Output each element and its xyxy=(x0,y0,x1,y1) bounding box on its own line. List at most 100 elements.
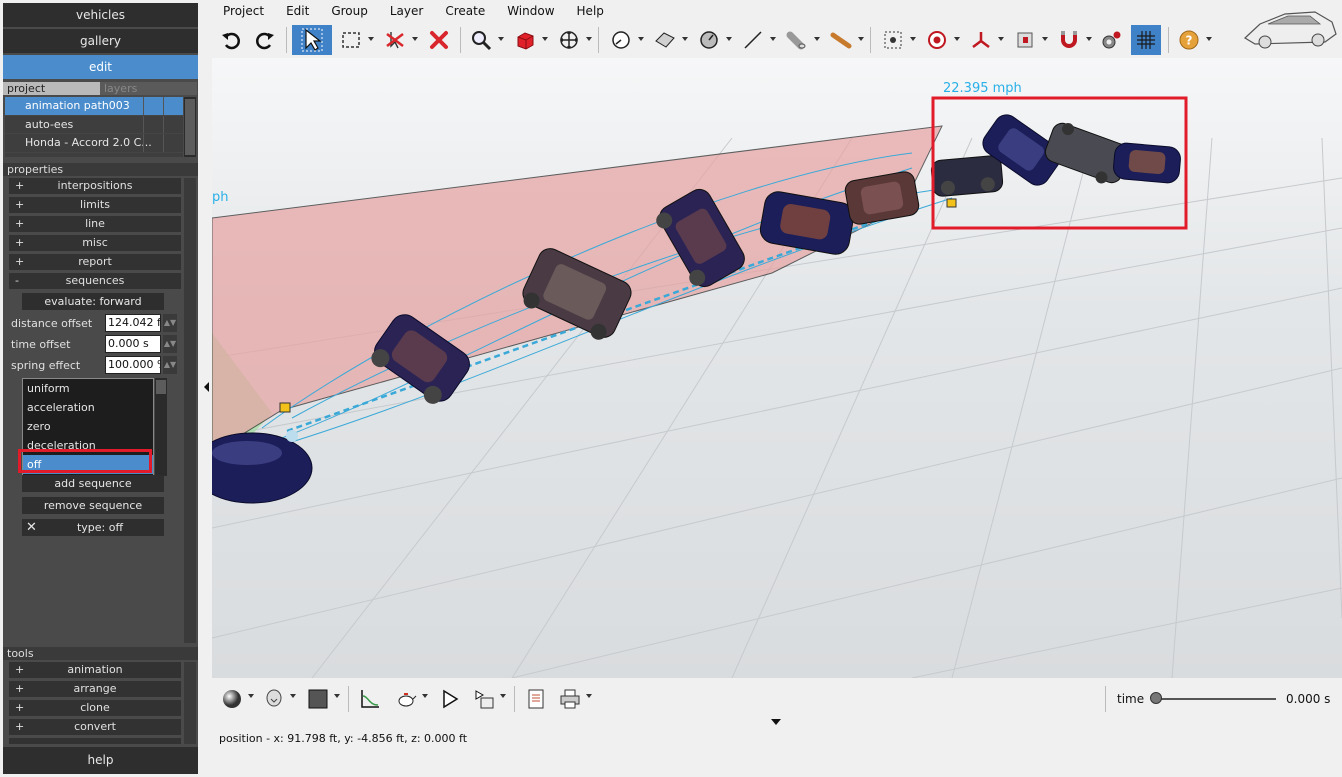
play-list-dropdown-icon[interactable] xyxy=(500,694,506,698)
measure-dial-icon[interactable] xyxy=(606,25,636,55)
time-offset-field[interactable]: 0.000 s xyxy=(105,335,161,353)
help-button[interactable]: help xyxy=(3,747,198,774)
car-frame-7[interactable] xyxy=(930,155,1004,197)
deselect-dropdown-icon[interactable] xyxy=(412,37,418,41)
line-dropdown-icon[interactable] xyxy=(770,37,776,41)
property-section-interpositions[interactable]: + interpositions xyxy=(9,178,181,194)
tool-section-animation[interactable]: + animation xyxy=(9,662,181,678)
project-item-animation-path[interactable]: animation path003 xyxy=(5,97,183,116)
menu-group[interactable]: Group xyxy=(320,0,379,22)
sequence-list-scrollbar[interactable] xyxy=(155,378,167,476)
property-section-line[interactable]: + line xyxy=(9,216,181,232)
move-dropdown-icon[interactable] xyxy=(586,37,592,41)
help-dropdown-icon[interactable] xyxy=(1206,37,1212,41)
head-view-dropdown-icon[interactable] xyxy=(290,694,296,698)
key-marker-start[interactable] xyxy=(279,402,291,413)
close-icon[interactable]: ✕ xyxy=(26,519,37,536)
report-icon[interactable] xyxy=(522,685,550,713)
time-slider-knob[interactable] xyxy=(1150,692,1162,704)
time-slider[interactable] xyxy=(1154,698,1276,700)
surface-icon[interactable] xyxy=(650,25,680,55)
color-dropdown-icon[interactable] xyxy=(334,694,340,698)
scrollbar-thumb[interactable] xyxy=(156,380,166,394)
redo-icon[interactable] xyxy=(250,25,280,55)
teapot-dropdown-icon[interactable] xyxy=(422,694,428,698)
property-section-sequences[interactable]: - sequences xyxy=(9,273,181,289)
zoom-icon[interactable] xyxy=(466,25,496,55)
properties-scrollbar[interactable] xyxy=(184,178,196,643)
move-icon[interactable] xyxy=(554,25,584,55)
distance-offset-spinner[interactable]: ▲▼ xyxy=(163,314,177,332)
select-arrow-icon[interactable] xyxy=(292,25,332,55)
delete-icon[interactable] xyxy=(424,25,454,55)
distance-offset-field[interactable]: 124.042 ft xyxy=(105,314,161,332)
gauge-dropdown-icon[interactable] xyxy=(726,37,732,41)
expand-panel-icon[interactable] xyxy=(771,719,781,725)
line-icon[interactable] xyxy=(738,25,768,55)
nav-edit-button[interactable]: edit xyxy=(3,55,198,79)
evaluate-button[interactable]: evaluate: forward xyxy=(22,293,164,310)
option-acceleration[interactable]: acceleration xyxy=(23,398,153,417)
spring-effect-spinner[interactable]: ▲▼ xyxy=(163,356,177,374)
menu-create[interactable]: Create xyxy=(434,0,496,22)
record-target-icon[interactable] xyxy=(922,25,952,55)
menu-project[interactable]: Project xyxy=(212,0,275,22)
project-item-honda[interactable]: Honda - Accord 2.0 C... xyxy=(5,134,183,153)
car-frame-10[interactable] xyxy=(1113,142,1182,184)
time-offset-spinner[interactable]: ▲▼ xyxy=(163,335,177,353)
tool-section-clone[interactable]: + clone xyxy=(9,700,181,716)
project-item-auto-ees[interactable]: auto-ees xyxy=(5,115,183,134)
spring-effect-field[interactable]: 100.000 % xyxy=(105,356,161,374)
cylinder-dropdown-icon[interactable] xyxy=(814,37,820,41)
3d-viewport[interactable]: 22.395 mph ph xyxy=(212,58,1342,678)
teapot-icon[interactable] xyxy=(392,685,420,713)
help-question-icon[interactable]: ? xyxy=(1174,25,1204,55)
play-list-icon[interactable] xyxy=(470,685,498,713)
gauge-icon[interactable] xyxy=(694,25,724,55)
option-uniform[interactable]: uniform xyxy=(23,379,153,398)
scene-canvas[interactable] xyxy=(212,58,1342,678)
print-dropdown-icon[interactable] xyxy=(586,694,592,698)
measure-dropdown-icon[interactable] xyxy=(638,37,644,41)
play-icon[interactable] xyxy=(436,685,464,713)
collapse-panel-icon[interactable] xyxy=(204,382,209,392)
head-view-icon[interactable] xyxy=(260,685,288,713)
key-marker-end[interactable] xyxy=(946,198,957,208)
axis-icon[interactable] xyxy=(966,25,996,55)
tab-project[interactable]: project xyxy=(3,82,100,95)
print-icon[interactable] xyxy=(556,685,584,713)
remove-sequence-button[interactable]: remove sequence xyxy=(22,497,164,514)
undo-icon[interactable] xyxy=(216,25,246,55)
object-dropdown-icon[interactable] xyxy=(542,37,548,41)
object-cube-icon[interactable] xyxy=(510,25,540,55)
bar-icon[interactable] xyxy=(826,25,856,55)
box-select-dropdown-icon[interactable] xyxy=(368,37,374,41)
project-scrollbar[interactable] xyxy=(184,97,196,157)
settings-gear-icon[interactable] xyxy=(1096,25,1126,55)
property-section-limits[interactable]: + limits xyxy=(9,197,181,213)
panel-dropdown-icon[interactable] xyxy=(1042,37,1048,41)
color-swatch-icon[interactable] xyxy=(304,685,332,713)
tab-layers[interactable]: layers xyxy=(100,82,197,95)
bar-dropdown-icon[interactable] xyxy=(858,37,864,41)
nav-vehicles-button[interactable]: vehicles xyxy=(3,3,198,27)
deselect-icon[interactable] xyxy=(380,25,410,55)
camera-target-icon[interactable] xyxy=(878,25,908,55)
shading-dropdown-icon[interactable] xyxy=(248,694,254,698)
nav-gallery-button[interactable]: gallery xyxy=(3,29,198,53)
camera-target-dropdown-icon[interactable] xyxy=(910,37,916,41)
type-button[interactable]: ✕ type: off xyxy=(22,519,164,536)
scrollbar-thumb[interactable] xyxy=(185,99,195,155)
zoom-dropdown-icon[interactable] xyxy=(498,37,504,41)
magnet-dropdown-icon[interactable] xyxy=(1086,37,1092,41)
menu-edit[interactable]: Edit xyxy=(275,0,320,22)
tool-section-arrange[interactable]: + arrange xyxy=(9,681,181,697)
menu-layer[interactable]: Layer xyxy=(379,0,434,22)
menu-help[interactable]: Help xyxy=(566,0,615,22)
tool-section-convert[interactable]: + convert xyxy=(9,719,181,735)
option-zero[interactable]: zero xyxy=(23,417,153,436)
record-dropdown-icon[interactable] xyxy=(954,37,960,41)
property-section-report[interactable]: + report xyxy=(9,254,181,270)
panel-icon[interactable] xyxy=(1010,25,1040,55)
add-sequence-button[interactable]: add sequence xyxy=(22,475,164,492)
